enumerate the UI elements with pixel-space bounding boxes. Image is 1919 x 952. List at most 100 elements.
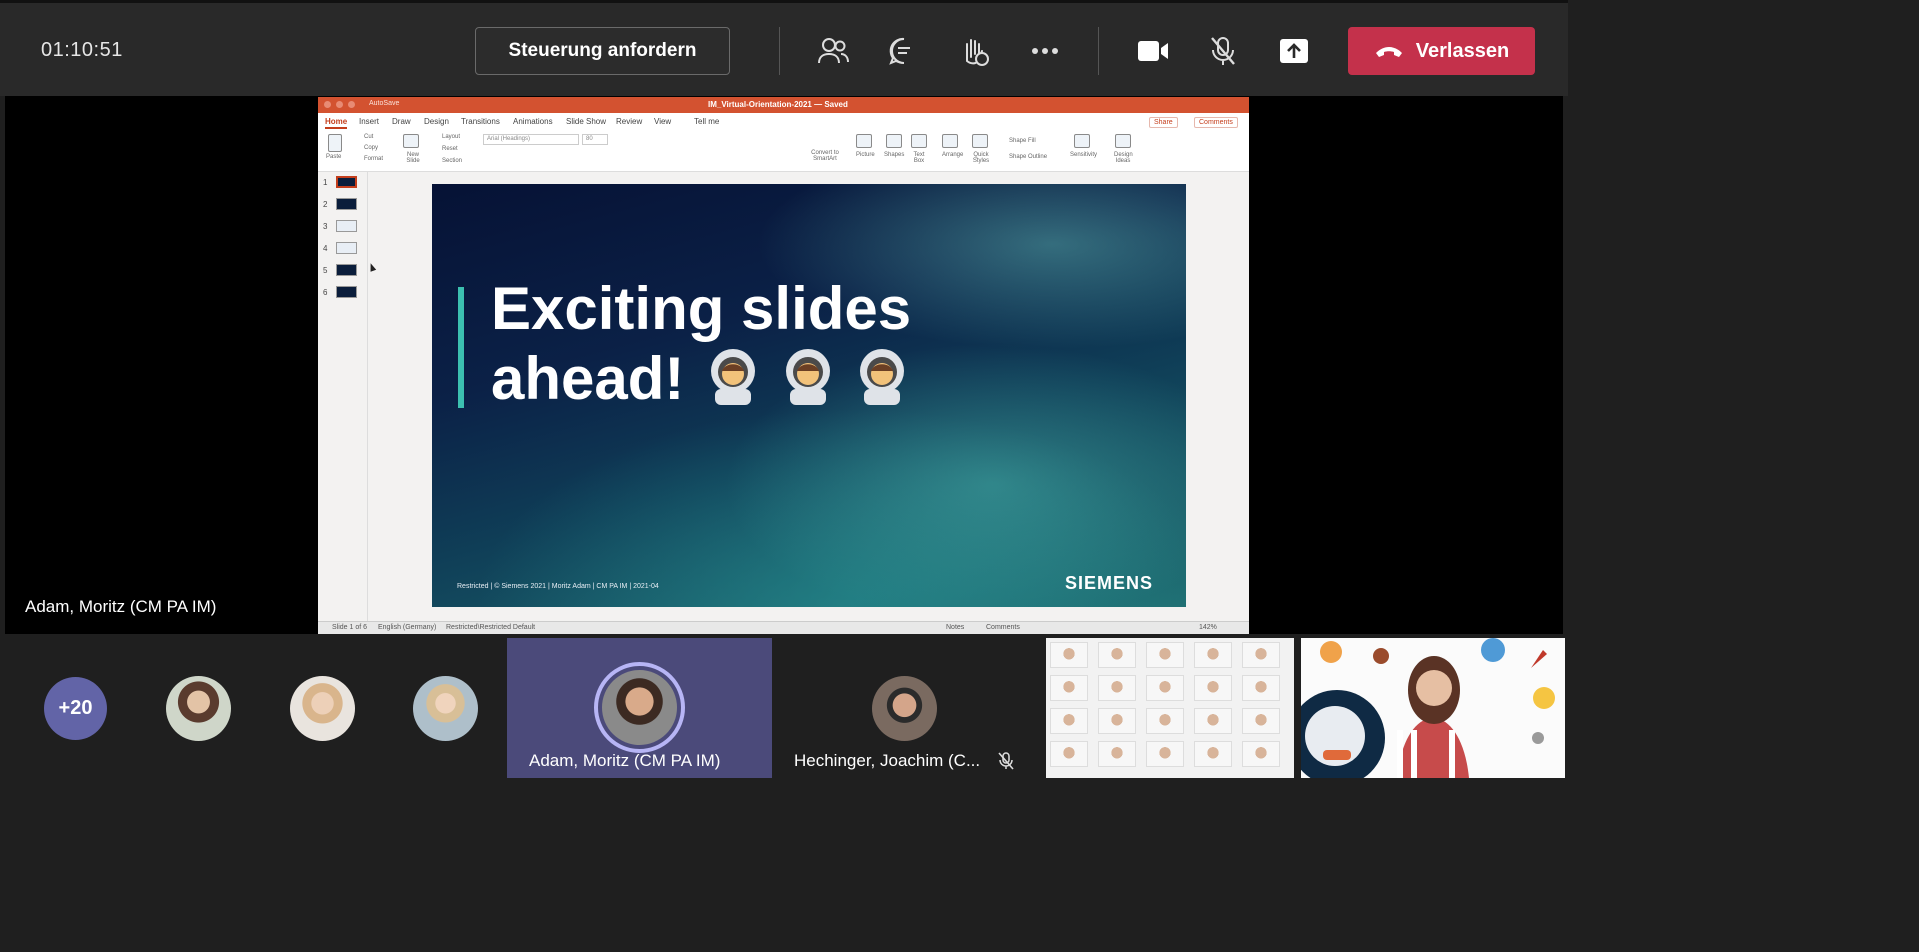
thumbnail-slide-1: 1 (318, 176, 368, 192)
paste-icon (328, 134, 342, 152)
font-size-select: 80 (582, 134, 608, 145)
slide-title-line-2: ahead! (491, 344, 1051, 414)
tab-insert: Insert (359, 117, 380, 126)
participant-avatar[interactable] (413, 676, 478, 741)
powerpoint-window: AutoSave IM_Virtual-Orientation-2021 — S… (318, 97, 1249, 634)
shapes-icon (886, 134, 902, 148)
arrange-label: Arrange (942, 152, 964, 158)
call-timer: 01:10:51 (41, 39, 123, 61)
convert-smartart-label: Convert to SmartArt (811, 150, 839, 162)
participant-video-feed[interactable] (1301, 638, 1565, 778)
design-ideas-label: Design Ideas (1114, 152, 1133, 164)
teams-meeting-window: 01:10:51 Steuerung anfordern Verlassen A… (0, 0, 1568, 778)
share-screen-icon[interactable] (1274, 31, 1314, 71)
tab-slide-show: Slide Show (566, 117, 607, 126)
active-speaker-name: Adam, Moritz (CM PA IM) (529, 751, 721, 770)
tab-transitions: Transitions (461, 117, 500, 126)
slide-thumbnails-panel: 1 2 3 4 5 6 (318, 172, 368, 622)
ppt-title-bar: AutoSave IM_Virtual-Orientation-2021 — S… (318, 97, 1249, 113)
thumbnail-slide-3: 3 (318, 220, 368, 236)
comments-button: Comments (1194, 117, 1238, 128)
more-options-icon[interactable] (1025, 31, 1065, 71)
sensitivity-label: Sensitivity (1070, 152, 1098, 158)
tab-tell-me: Tell me (694, 117, 720, 126)
thumbnail-slide-4: 4 (318, 242, 368, 258)
quick-styles-label: Quick Styles (972, 152, 990, 164)
thumbnail-slide-5: 5 (318, 264, 368, 280)
participant-avatar[interactable] (290, 676, 355, 741)
tab-design: Design (424, 117, 449, 126)
slide-accent-bar (458, 287, 464, 408)
comments-status: Comments (986, 624, 1020, 631)
text-box-label: Text Box (913, 152, 925, 164)
shape-fill-label: Shape Fill (1009, 138, 1036, 144)
cut-label: Cut (364, 134, 374, 140)
participant-name: Hechinger, Joachim (C... (794, 751, 981, 770)
active-speaker-avatar (602, 670, 677, 745)
video-background-image (1301, 638, 1555, 778)
font-family-select: Arial (Headings) (483, 134, 579, 145)
slide-title-line-2-text: ahead! (491, 345, 685, 412)
window-controls (324, 101, 355, 108)
tab-animations: Animations (513, 117, 553, 126)
slide-counter: Slide 1 of 6 (332, 624, 368, 631)
tab-home: Home (325, 117, 348, 129)
slide-title: Exciting slides ahead! (491, 274, 1051, 414)
ribbon-tabs: Home Insert Draw Design Transitions Anim… (318, 113, 1249, 130)
language-status: English (Germany) (378, 624, 437, 631)
shape-outline-label: Shape Outline (1009, 154, 1048, 160)
tab-draw: Draw (392, 117, 411, 126)
new-slide-icon (403, 134, 419, 148)
paste-label: Paste (326, 154, 342, 160)
arrange-icon (942, 134, 958, 148)
leave-button[interactable]: Verlassen (1348, 27, 1535, 75)
zoom-level: 142% (1199, 624, 1217, 631)
mic-off-icon (998, 752, 1014, 770)
sensitivity-status: Restricted\Restricted Default (446, 624, 536, 631)
format-label: Format (364, 156, 384, 162)
tab-view: View (654, 117, 672, 126)
current-slide: Exciting slides ahead! Restricted | © Si… (432, 184, 1186, 607)
thumbnail-slide-2: 2 (318, 198, 368, 214)
mic-off-icon[interactable] (1203, 31, 1243, 71)
hang-up-icon (1375, 47, 1402, 57)
document-title: IM_Virtual-Orientation-2021 — Saved (708, 100, 848, 109)
ppt-status-bar: Slide 1 of 6 English (Germany) Restricte… (318, 621, 1249, 634)
astronaut-emoji-icon (860, 349, 905, 405)
speaking-indicator-ring (594, 662, 685, 753)
share-button: Share (1149, 117, 1178, 128)
picture-label: Picture (856, 152, 875, 158)
reactions-icon[interactable] (954, 31, 994, 71)
siemens-logo: SIEMENS (1065, 573, 1154, 593)
thumbnail-slide-6: 6 (318, 286, 368, 302)
ribbon-home: Paste Cut Copy Format New Slide Layout R… (318, 130, 1249, 172)
layout-label: Layout (442, 134, 461, 140)
quick-styles-icon (972, 134, 988, 148)
sensitivity-icon (1074, 134, 1090, 148)
participant-avatar[interactable] (872, 676, 937, 741)
copy-label: Copy (364, 145, 379, 151)
presenter-name-label: Adam, Moritz (CM PA IM) (25, 597, 217, 616)
autosave-toggle: AutoSave (369, 100, 400, 107)
more-participants-badge[interactable]: +20 (44, 677, 107, 740)
slide-title-line-1: Exciting slides (491, 275, 912, 342)
reset-label: Reset (442, 146, 458, 152)
astronaut-emoji-icon (785, 349, 830, 405)
participants-icon[interactable] (813, 31, 853, 71)
toolbar-divider (779, 27, 780, 75)
meeting-toolbar: 01:10:51 Steuerung anfordern Verlassen (0, 0, 1568, 96)
camera-icon[interactable] (1133, 31, 1173, 71)
picture-icon (856, 134, 872, 148)
toolbar-divider (1098, 27, 1099, 75)
slide-footer: Restricted | © Siemens 2021 | Moritz Ada… (457, 583, 659, 590)
request-control-button[interactable]: Steuerung anfordern (475, 27, 730, 75)
chat-icon[interactable] (884, 31, 924, 71)
tab-review: Review (616, 117, 643, 126)
gallery-video-feed[interactable] (1046, 638, 1294, 778)
shapes-label: Shapes (884, 152, 905, 158)
participant-avatar[interactable] (166, 676, 231, 741)
design-ideas-icon (1115, 134, 1131, 148)
text-box-icon (911, 134, 927, 148)
section-label: Section (442, 158, 463, 164)
leave-button-label: Verlassen (1415, 39, 1510, 62)
